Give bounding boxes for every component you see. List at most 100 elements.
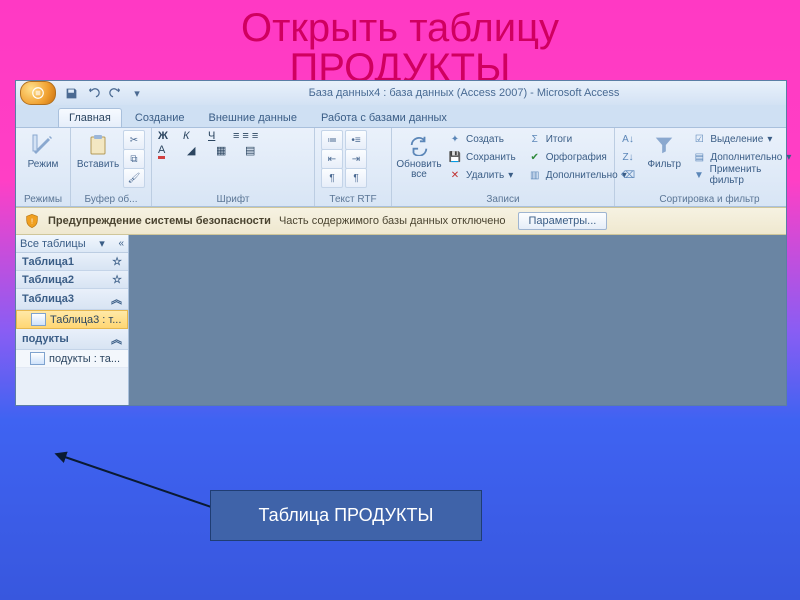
- office-button[interactable]: [20, 81, 56, 105]
- svg-text:!: !: [31, 217, 33, 226]
- gridlines-button[interactable]: ▦: [216, 144, 242, 157]
- nav-item-table3[interactable]: Таблица3 : т...: [16, 310, 128, 329]
- work-area: Все таблицы ▾ « Таблица1☆ Таблица2☆ Табл…: [16, 235, 786, 405]
- group-views: Режим Режимы: [16, 128, 71, 206]
- more-icon: ▥: [528, 168, 542, 182]
- align-right-icon[interactable]: ≡: [252, 130, 258, 142]
- selection-filter-button[interactable]: ☑Выделение ▾: [688, 130, 798, 148]
- title-bar: ▾ База данных4 : база данных (Access 200…: [16, 81, 786, 105]
- selection-icon: ☑: [692, 132, 706, 146]
- clipboard-mini: ✂ ⧉ 🖌: [123, 130, 145, 186]
- group-sortfilter-label: Сортировка и фильтр: [621, 194, 798, 206]
- tab-home[interactable]: Главная: [58, 108, 122, 127]
- chevron-up-icon: ︽: [111, 331, 122, 347]
- rtl-icon[interactable]: ¶: [345, 168, 367, 188]
- bold-button[interactable]: Ж: [158, 130, 180, 142]
- quick-access-toolbar: ▾: [62, 84, 146, 102]
- sort-desc-icon: Z↓: [621, 150, 635, 164]
- copy-icon[interactable]: ⧉: [123, 149, 145, 169]
- security-heading: Предупреждение системы безопасности: [48, 215, 271, 227]
- tab-db-tools[interactable]: Работа с базами данных: [310, 108, 458, 127]
- callout-label: Таблица ПРОДУКТЫ: [210, 490, 482, 541]
- font-color-button[interactable]: A: [158, 144, 184, 157]
- view-button[interactable]: Режим: [22, 130, 64, 170]
- clear-sort-button[interactable]: ⌫: [621, 166, 640, 184]
- navigation-pane: Все таблицы ▾ « Таблица1☆ Таблица2☆ Табл…: [16, 235, 129, 405]
- tab-external-data[interactable]: Внешние данные: [198, 108, 308, 127]
- nav-group-table2[interactable]: Таблица2☆: [16, 271, 128, 289]
- nav-pane-header[interactable]: Все таблицы ▾ «: [16, 235, 128, 253]
- redo-icon[interactable]: [106, 84, 124, 102]
- table-icon: [31, 313, 46, 326]
- access-window: ▾ База данных4 : база данных (Access 200…: [15, 80, 787, 406]
- window-title: База данных4 : база данных (Access 2007)…: [146, 87, 782, 99]
- ribbon-tabs: Главная Создание Внешние данные Работа с…: [16, 105, 786, 128]
- clear-sort-icon: ⌫: [621, 168, 635, 182]
- numbering-icon[interactable]: ≔: [321, 130, 343, 150]
- align-center-icon[interactable]: ≡: [242, 130, 248, 142]
- chevron-icon: ☆: [112, 255, 122, 268]
- shield-icon: !: [24, 213, 40, 229]
- document-area: [129, 235, 786, 405]
- format-painter-icon[interactable]: 🖌: [123, 168, 145, 188]
- slide-title: Открыть таблицу ПРОДУКТЫ: [0, 0, 800, 88]
- group-views-label: Режимы: [22, 194, 64, 206]
- new-icon: ✦: [448, 132, 462, 146]
- nav-item-products[interactable]: подукты : та...: [16, 350, 128, 368]
- nav-group-table1[interactable]: Таблица1☆: [16, 253, 128, 271]
- sort-desc-button[interactable]: Z↓: [621, 148, 640, 166]
- ribbon: Режим Режимы Вставить ✂ ⧉ 🖌 Буфер об...: [16, 128, 786, 207]
- spellcheck-icon: ✔: [528, 150, 542, 164]
- office-logo-icon: [31, 86, 45, 100]
- clipboard-icon: [85, 132, 111, 158]
- security-options-button[interactable]: Параметры...: [518, 212, 608, 230]
- tab-create[interactable]: Создание: [124, 108, 196, 127]
- sort-asc-button[interactable]: A↓: [621, 130, 640, 148]
- nav-group-table3[interactable]: Таблица3︽: [16, 289, 128, 310]
- advanced-icon: ▤: [692, 150, 706, 164]
- group-clipboard-label: Буфер об...: [77, 194, 145, 206]
- chevron-down-icon: ▾: [99, 237, 105, 250]
- collapse-pane-icon[interactable]: «: [118, 238, 124, 249]
- security-warning-bar: ! Предупреждение системы безопасности Ча…: [16, 207, 786, 235]
- delete-record-button[interactable]: ✕Удалить ▾: [444, 166, 520, 184]
- fill-color-button[interactable]: ◢: [187, 144, 213, 157]
- indent-increase-icon[interactable]: ⇥: [345, 149, 367, 169]
- sigma-icon: Σ: [528, 132, 542, 146]
- group-font: Ж К Ч ≡ ≡ ≡ A ◢ ▦ ▤ Шрифт: [152, 128, 315, 206]
- table-shade-icon: ▤: [245, 145, 255, 157]
- chevron-up-icon: ︽: [111, 291, 122, 307]
- undo-icon[interactable]: [84, 84, 102, 102]
- qat-dropdown-icon[interactable]: ▾: [128, 84, 146, 102]
- save-icon[interactable]: [62, 84, 80, 102]
- nav-group-products[interactable]: подукты︽: [16, 329, 128, 350]
- delete-icon: ✕: [448, 168, 462, 182]
- chevron-icon: ☆: [112, 273, 122, 286]
- save-record-button[interactable]: 💾Сохранить: [444, 148, 520, 166]
- sort-asc-icon: A↓: [621, 132, 635, 146]
- cut-icon[interactable]: ✂: [123, 130, 145, 150]
- group-records-label: Записи: [398, 194, 608, 206]
- toggle-filter-icon: ▼: [692, 168, 705, 182]
- grid-icon: ▦: [216, 145, 226, 157]
- table-icon: [30, 352, 45, 365]
- new-record-button[interactable]: ✦Создать: [444, 130, 520, 148]
- ltr-icon[interactable]: ¶: [321, 168, 343, 188]
- security-message: Часть содержимого базы данных отключено: [279, 215, 506, 227]
- slide-title-line1: Открыть таблицу: [241, 6, 559, 50]
- toggle-filter-button[interactable]: ▼Применить фильтр: [688, 166, 798, 184]
- bullets-icon[interactable]: •≡: [345, 130, 367, 150]
- paste-button[interactable]: Вставить: [77, 130, 119, 170]
- align-left-icon[interactable]: ≡: [233, 130, 239, 142]
- group-records: Обновить все ✦Создать 💾Сохранить ✕Удалит…: [392, 128, 615, 206]
- italic-button[interactable]: К: [183, 130, 205, 142]
- alt-fill-button[interactable]: ▤: [245, 144, 287, 157]
- group-font-label: Шрифт: [158, 194, 308, 206]
- refresh-all-button[interactable]: Обновить все: [398, 130, 440, 180]
- group-richtext: ≔ ⇤ ¶ •≡ ⇥ ¶ Текст RTF: [315, 128, 392, 206]
- group-richtext-label: Текст RTF: [321, 194, 385, 206]
- underline-button[interactable]: Ч: [208, 130, 230, 142]
- callout-arrow: [50, 450, 230, 520]
- indent-decrease-icon[interactable]: ⇤: [321, 149, 343, 169]
- filter-button[interactable]: Фильтр: [644, 130, 684, 170]
